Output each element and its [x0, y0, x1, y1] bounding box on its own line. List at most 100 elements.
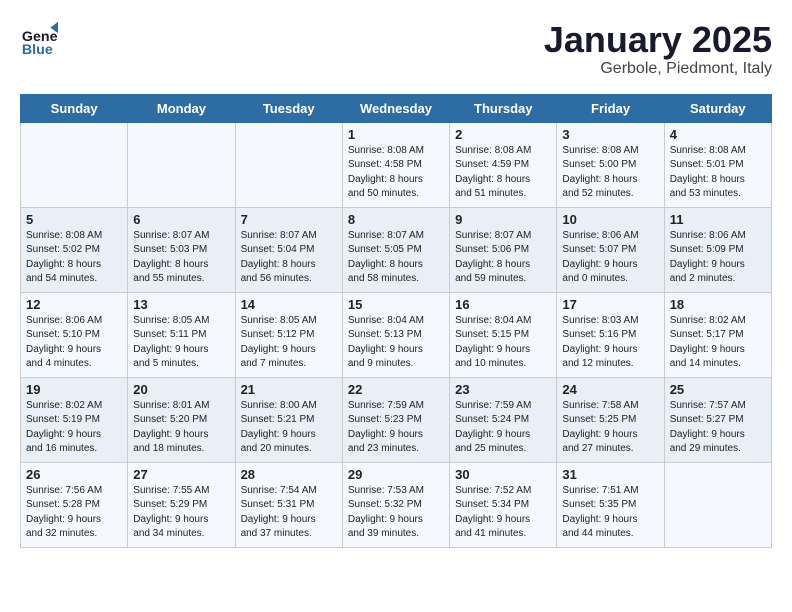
day-number: 29: [348, 467, 444, 482]
logo-icon: General Blue: [20, 20, 58, 58]
day-info: Sunrise: 7:56 AM Sunset: 5:28 PM Dayligh…: [26, 484, 122, 542]
day-number: 23: [455, 382, 551, 397]
calendar-week-row: 1Sunrise: 8:08 AM Sunset: 4:58 PM Daylig…: [21, 122, 772, 207]
day-info: Sunrise: 7:51 AM Sunset: 5:35 PM Dayligh…: [562, 484, 658, 542]
day-number: 5: [26, 212, 122, 227]
day-number: 20: [133, 382, 229, 397]
day-number: 21: [241, 382, 337, 397]
day-number: 16: [455, 297, 551, 312]
calendar-cell: 30Sunrise: 7:52 AM Sunset: 5:34 PM Dayli…: [450, 462, 557, 547]
weekday-header-friday: Friday: [557, 94, 664, 122]
day-info: Sunrise: 8:07 AM Sunset: 5:05 PM Dayligh…: [348, 229, 444, 287]
calendar-cell: [21, 122, 128, 207]
weekday-header-tuesday: Tuesday: [235, 94, 342, 122]
day-number: 2: [455, 127, 551, 142]
day-number: 28: [241, 467, 337, 482]
day-number: 10: [562, 212, 658, 227]
calendar-cell: 12 Sunrise: 8:06 AM Sunset: 5:10 PM Dayli…: [21, 292, 128, 377]
day-number: 1: [348, 127, 444, 142]
day-info: Sunrise: 8:08 AM Sunset: 5:01 PM Dayligh…: [670, 144, 766, 202]
day-number: 18: [670, 297, 766, 312]
day-info: Sunrise: 7:59 AM Sunset: 5:24 PM Dayligh…: [455, 399, 551, 457]
day-number: 26: [26, 467, 122, 482]
day-info: Sunrise: 7:55 AM Sunset: 5:29 PM Dayligh…: [133, 484, 229, 542]
day-number: 27: [133, 467, 229, 482]
day-number: 4: [670, 127, 766, 142]
day-number: 31: [562, 467, 658, 482]
day-number: 12: [26, 297, 122, 312]
day-info: Sunrise: 8:08 AM Sunset: 5:02 PM Dayligh…: [26, 229, 122, 287]
calendar-cell: 10Sunrise: 8:06 AM Sunset: 5:07 PM Dayli…: [557, 207, 664, 292]
calendar-cell: 22 Sunrise: 7:59 AM Sunset: 5:23 PM Dayli…: [342, 377, 449, 462]
calendar-cell: 27 Sunrise: 7:55 AM Sunset: 5:29 PM Dayli…: [128, 462, 235, 547]
weekday-header-monday: Monday: [128, 94, 235, 122]
weekday-header-sunday: Sunday: [21, 94, 128, 122]
calendar-cell: 19 Sunrise: 8:02 AM Sunset: 5:19 PM Dayli…: [21, 377, 128, 462]
day-info: Sunrise: 7:59 AM Sunset: 5:23 PM Dayligh…: [348, 399, 444, 457]
day-number: 30: [455, 467, 551, 482]
day-info: Sunrise: 8:03 AM Sunset: 5:16 PM Dayligh…: [562, 314, 658, 372]
calendar-cell: 3 Sunrise: 8:08 AM Sunset: 5:00 PM Daylig…: [557, 122, 664, 207]
day-number: 14: [241, 297, 337, 312]
day-number: 25: [670, 382, 766, 397]
calendar-cell: [235, 122, 342, 207]
calendar-cell: 11Sunrise: 8:06 AM Sunset: 5:09 PM Dayli…: [664, 207, 771, 292]
calendar-cell: 29Sunrise: 7:53 AM Sunset: 5:32 PM Dayli…: [342, 462, 449, 547]
calendar-cell: 6Sunrise: 8:07 AM Sunset: 5:03 PM Daylig…: [128, 207, 235, 292]
day-number: 9: [455, 212, 551, 227]
day-info: Sunrise: 8:07 AM Sunset: 5:04 PM Dayligh…: [241, 229, 337, 287]
calendar-cell: 17 Sunrise: 8:03 AM Sunset: 5:16 PM Dayli…: [557, 292, 664, 377]
day-number: 17: [562, 297, 658, 312]
day-number: 11: [670, 212, 766, 227]
calendar-cell: 25 Sunrise: 7:57 AM Sunset: 5:27 PM Dayli…: [664, 377, 771, 462]
day-info: Sunrise: 8:04 AM Sunset: 5:15 PM Dayligh…: [455, 314, 551, 372]
weekday-header-wednesday: Wednesday: [342, 94, 449, 122]
calendar-cell: [664, 462, 771, 547]
day-info: Sunrise: 8:05 AM Sunset: 5:11 PM Dayligh…: [133, 314, 229, 372]
calendar-table: SundayMondayTuesdayWednesdayThursdayFrid…: [20, 94, 772, 548]
day-number: 19: [26, 382, 122, 397]
day-info: Sunrise: 7:58 AM Sunset: 5:25 PM Dayligh…: [562, 399, 658, 457]
day-info: Sunrise: 8:06 AM Sunset: 5:10 PM Dayligh…: [26, 314, 122, 372]
calendar-week-row: 26 Sunrise: 7:56 AM Sunset: 5:28 PM Dayli…: [21, 462, 772, 547]
day-info: Sunrise: 8:00 AM Sunset: 5:21 PM Dayligh…: [241, 399, 337, 457]
calendar-cell: 18 Sunrise: 8:02 AM Sunset: 5:17 PM Dayli…: [664, 292, 771, 377]
day-info: Sunrise: 8:02 AM Sunset: 5:19 PM Dayligh…: [26, 399, 122, 457]
calendar-cell: 13 Sunrise: 8:05 AM Sunset: 5:11 PM Dayli…: [128, 292, 235, 377]
day-info: Sunrise: 8:02 AM Sunset: 5:17 PM Dayligh…: [670, 314, 766, 372]
day-info: Sunrise: 8:05 AM Sunset: 5:12 PM Dayligh…: [241, 314, 337, 372]
day-info: Sunrise: 8:04 AM Sunset: 5:13 PM Dayligh…: [348, 314, 444, 372]
calendar-cell: 4 Sunrise: 8:08 AM Sunset: 5:01 PM Daylig…: [664, 122, 771, 207]
day-number: 3: [562, 127, 658, 142]
day-number: 15: [348, 297, 444, 312]
calendar-cell: 24 Sunrise: 7:58 AM Sunset: 5:25 PM Dayli…: [557, 377, 664, 462]
calendar-cell: 9Sunrise: 8:07 AM Sunset: 5:06 PM Daylig…: [450, 207, 557, 292]
day-info: Sunrise: 7:54 AM Sunset: 5:31 PM Dayligh…: [241, 484, 337, 542]
calendar-title: January 2025: [544, 20, 772, 60]
svg-text:Blue: Blue: [22, 42, 53, 58]
day-number: 24: [562, 382, 658, 397]
calendar-cell: 7 Sunrise: 8:07 AM Sunset: 5:04 PM Daylig…: [235, 207, 342, 292]
calendar-cell: 26 Sunrise: 7:56 AM Sunset: 5:28 PM Dayli…: [21, 462, 128, 547]
day-info: Sunrise: 8:01 AM Sunset: 5:20 PM Dayligh…: [133, 399, 229, 457]
calendar-cell: 1Sunrise: 8:08 AM Sunset: 4:58 PM Daylig…: [342, 122, 449, 207]
day-info: Sunrise: 8:08 AM Sunset: 5:00 PM Dayligh…: [562, 144, 658, 202]
day-number: 13: [133, 297, 229, 312]
calendar-week-row: 12 Sunrise: 8:06 AM Sunset: 5:10 PM Dayli…: [21, 292, 772, 377]
title-block: January 2025 Gerbole, Piedmont, Italy: [544, 20, 772, 78]
day-number: 22: [348, 382, 444, 397]
weekday-header-saturday: Saturday: [664, 94, 771, 122]
calendar-cell: [128, 122, 235, 207]
weekday-header-thursday: Thursday: [450, 94, 557, 122]
calendar-cell: 16 Sunrise: 8:04 AM Sunset: 5:15 PM Dayli…: [450, 292, 557, 377]
calendar-cell: 20 Sunrise: 8:01 AM Sunset: 5:20 PM Dayli…: [128, 377, 235, 462]
day-info: Sunrise: 8:08 AM Sunset: 4:59 PM Dayligh…: [455, 144, 551, 202]
calendar-cell: 31 Sunrise: 7:51 AM Sunset: 5:35 PM Dayli…: [557, 462, 664, 547]
calendar-week-row: 5 Sunrise: 8:08 AM Sunset: 5:02 PM Daylig…: [21, 207, 772, 292]
calendar-cell: 8Sunrise: 8:07 AM Sunset: 5:05 PM Daylig…: [342, 207, 449, 292]
day-number: 7: [241, 212, 337, 227]
calendar-week-row: 19 Sunrise: 8:02 AM Sunset: 5:19 PM Dayli…: [21, 377, 772, 462]
calendar-cell: 28 Sunrise: 7:54 AM Sunset: 5:31 PM Dayli…: [235, 462, 342, 547]
calendar-cell: 21 Sunrise: 8:00 AM Sunset: 5:21 PM Dayli…: [235, 377, 342, 462]
day-info: Sunrise: 7:57 AM Sunset: 5:27 PM Dayligh…: [670, 399, 766, 457]
